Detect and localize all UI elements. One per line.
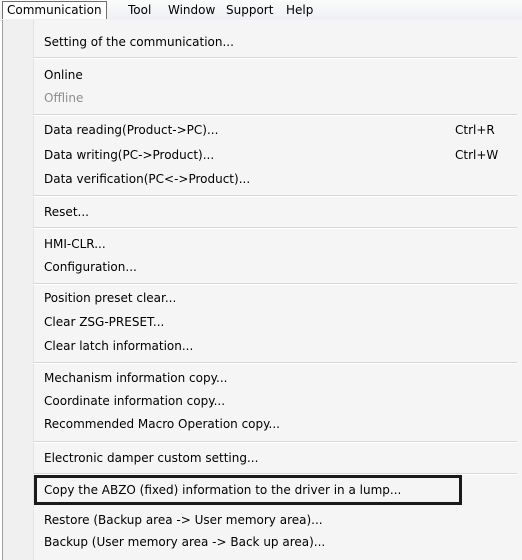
menu-item-recommended-macro-operation-copy[interactable]: Recommended Macro Operation copy... [44, 415, 280, 433]
menu-item-data-verification[interactable]: Data verification(PC<->Product)... [44, 170, 250, 188]
highlight-frame [34, 475, 462, 505]
menu-item-setting-of-communication[interactable]: Setting of the communication... [44, 33, 234, 51]
menubar-help[interactable]: Help [286, 1, 313, 19]
shortcut-data-reading: Ctrl+R [455, 123, 495, 137]
menu-separator [33, 114, 517, 116]
menu-separator [33, 57, 517, 59]
menubar-window[interactable]: Window [168, 1, 215, 19]
menu-item-mechanism-information-copy[interactable]: Mechanism information copy... [44, 369, 227, 387]
menu-item-data-writing[interactable]: Data writing(PC->Product)... [44, 146, 214, 164]
menu-separator [33, 283, 517, 285]
menu-item-online[interactable]: Online [44, 66, 83, 84]
menubar-communication[interactable]: Communication [2, 1, 107, 19]
menu-item-data-reading[interactable]: Data reading(Product->PC)... [44, 121, 218, 139]
menu-item-electronic-damper-custom-setting[interactable]: Electronic damper custom setting... [44, 449, 258, 467]
menu-separator [33, 227, 517, 229]
shortcut-data-writing: Ctrl+W [455, 148, 499, 162]
menu-separator [33, 441, 517, 443]
menu-item-restore[interactable]: Restore (Backup area -> User memory area… [44, 511, 323, 529]
menu-item-configuration[interactable]: Configuration... [44, 258, 137, 276]
menu-item-coordinate-information-copy[interactable]: Coordinate information copy... [44, 392, 225, 410]
menu-item-hmi-clr[interactable]: HMI-CLR... [44, 235, 106, 253]
menubar-support[interactable]: Support [226, 1, 273, 19]
menu-item-backup[interactable]: Backup (User memory area -> Back up area… [44, 533, 325, 551]
menu-bar: Communication Tool Window Support Help [0, 0, 522, 21]
menubar-tool[interactable]: Tool [128, 1, 151, 19]
menu-icon-gutter [3, 20, 34, 560]
menu-separator [33, 362, 517, 364]
menu-separator [33, 195, 517, 197]
menu-item-position-preset-clear[interactable]: Position preset clear... [44, 289, 176, 307]
menu-item-clear-latch-information[interactable]: Clear latch information... [44, 337, 193, 355]
menu-item-clear-zsg-preset[interactable]: Clear ZSG-PRESET... [44, 313, 164, 331]
menu-item-offline: Offline [44, 91, 84, 105]
menu-item-reset[interactable]: Reset... [44, 203, 89, 221]
